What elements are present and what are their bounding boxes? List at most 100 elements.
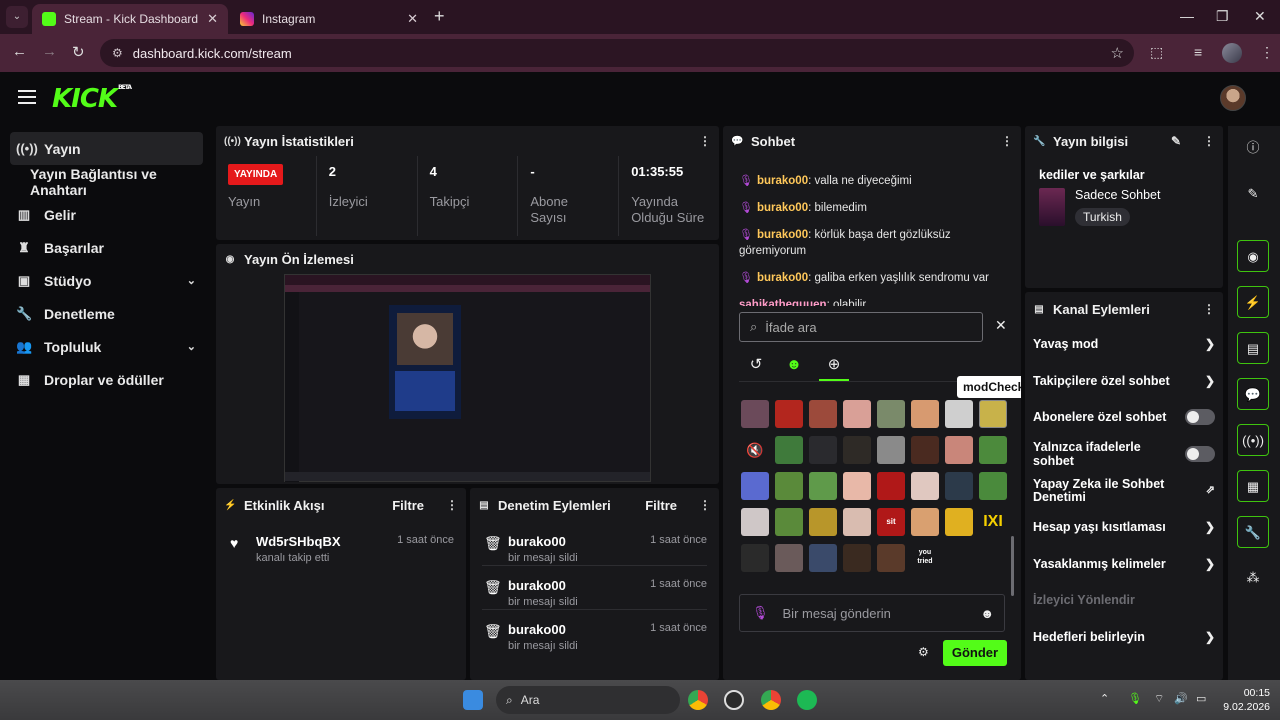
emote[interactable] xyxy=(945,436,973,464)
sidebar-item-moderation[interactable]: 🔧 Denetleme xyxy=(0,297,210,330)
more-options-icon[interactable]: ⋮ xyxy=(1203,302,1215,316)
emote[interactable] xyxy=(741,400,769,428)
chevron-down-icon[interactable]: ⌄ xyxy=(187,274,196,287)
emote[interactable] xyxy=(911,400,939,428)
emote[interactable] xyxy=(979,436,1007,464)
wrench-icon[interactable]: 🔧 xyxy=(1237,516,1269,548)
set-goals-row[interactable]: Hedefleri belirleyin ❯ xyxy=(1025,619,1223,656)
taskbar-clock[interactable]: 00:15 9.02.2026 xyxy=(1223,686,1270,714)
tab-search-dropdown-icon[interactable]: ⌄ xyxy=(6,6,28,28)
send-button[interactable]: Gönder xyxy=(943,640,1007,666)
chat-username[interactable]: burako00 xyxy=(757,229,808,241)
emote[interactable] xyxy=(843,544,871,572)
recent-emotes-icon[interactable]: ↺ xyxy=(741,354,771,381)
emote[interactable] xyxy=(877,400,905,428)
sit-emote[interactable]: sit xyxy=(877,508,905,536)
you-tried-emote[interactable]: you tried xyxy=(911,544,939,572)
bookmark-star-icon[interactable]: ☆ xyxy=(1111,44,1124,62)
more-options-icon[interactable]: ⋮ xyxy=(699,134,711,148)
emote[interactable] xyxy=(945,472,973,500)
reload-icon[interactable]: ↻ xyxy=(72,43,85,61)
emote[interactable] xyxy=(809,508,837,536)
battery-icon[interactable]: ▭ xyxy=(1196,692,1206,705)
emote[interactable] xyxy=(741,544,769,572)
emote[interactable] xyxy=(911,508,939,536)
tab-kick-dashboard[interactable]: Stream - Kick Dashboard ✕ xyxy=(32,4,228,34)
kick-logo[interactable]: KICKBETA xyxy=(52,84,132,114)
maximize-button[interactable]: ❐ xyxy=(1216,8,1229,25)
emote[interactable] xyxy=(843,472,871,500)
chat-username[interactable]: burako00 xyxy=(757,272,808,284)
ai-moderation-row[interactable]: Yapay Zeka ile Sohbet Denetimi ⇗ xyxy=(1025,472,1223,509)
sidebar-item-achievements[interactable]: ♜ Başarılar xyxy=(0,231,210,264)
emote[interactable] xyxy=(809,544,837,572)
microphone-tray-icon[interactable]: 🎙 xyxy=(1128,692,1142,705)
browser-menu-icon[interactable]: ⋮ xyxy=(1260,44,1274,61)
sidebar-item-drops[interactable]: ▦ Droplar ve ödüller xyxy=(0,363,210,396)
minimize-button[interactable]: — xyxy=(1180,8,1194,24)
emote[interactable] xyxy=(979,472,1007,500)
spotify-icon[interactable] xyxy=(797,690,817,710)
emote[interactable] xyxy=(775,472,803,500)
subscribers-only-toggle[interactable] xyxy=(1185,409,1215,426)
sidebar-item-community[interactable]: 👥 Topluluk ⌄ xyxy=(0,330,210,363)
category-name[interactable]: Sadece Sohbet xyxy=(1075,188,1161,202)
close-icon[interactable]: ✕ xyxy=(995,317,1007,334)
filter-button[interactable]: Filtre xyxy=(392,498,424,513)
more-options-icon[interactable]: ⋮ xyxy=(699,498,711,512)
emote[interactable] xyxy=(741,472,769,500)
emote[interactable] xyxy=(809,436,837,464)
browser-profile-avatar[interactable] xyxy=(1222,43,1242,63)
sidebar-item-revenue[interactable]: ▥ Gelir xyxy=(0,198,210,231)
chrome-icon[interactable] xyxy=(688,690,708,710)
new-tab-button[interactable]: + xyxy=(434,6,445,27)
stream-preview-video[interactable] xyxy=(284,274,651,482)
camera-preview-icon[interactable]: ◉ xyxy=(1237,240,1269,272)
more-options-icon[interactable]: ⋮ xyxy=(446,498,458,512)
close-tab-icon[interactable]: ✕ xyxy=(207,11,218,27)
emote[interactable] xyxy=(843,436,871,464)
tab-instagram[interactable]: Instagram ✕ xyxy=(230,4,428,34)
wifi-icon[interactable]: ⌔ xyxy=(1154,692,1164,706)
channel-actions-icon[interactable]: ▦ xyxy=(1237,470,1269,502)
emote[interactable] xyxy=(775,436,803,464)
sidebar-item-studio[interactable]: ▣ Stüdyo ⌄ xyxy=(0,264,210,297)
channel-emotes-icon[interactable]: ☻ xyxy=(779,354,809,381)
emote[interactable] xyxy=(877,472,905,500)
chevron-down-icon[interactable]: ⌄ xyxy=(187,340,196,353)
chat-bubble-icon[interactable]: 💬 xyxy=(1237,378,1269,410)
hamburger-menu-icon[interactable] xyxy=(18,90,36,104)
emote[interactable] xyxy=(809,472,837,500)
lightning-icon[interactable]: ⚡ xyxy=(1237,286,1269,318)
emote[interactable] xyxy=(911,436,939,464)
chat-username[interactable]: burako00 xyxy=(757,175,808,187)
address-bar[interactable]: ⚙ dashboard.kick.com/stream ☆ xyxy=(100,39,1134,67)
emote[interactable] xyxy=(877,544,905,572)
user-avatar[interactable] xyxy=(1220,85,1246,111)
windows-start-icon[interactable] xyxy=(463,690,483,710)
sidebar-item-stream-key[interactable]: Yayın Bağlantısı ve Anahtarı xyxy=(0,165,210,198)
emotes-only-toggle[interactable] xyxy=(1185,446,1215,463)
account-age-row[interactable]: Hesap yaşı kısıtlaması ❯ xyxy=(1025,509,1223,546)
mute-emote[interactable]: 🔇 xyxy=(741,436,769,464)
sidebar-item-stream[interactable]: ((•)) Yayın xyxy=(10,132,203,165)
more-options-icon[interactable]: ⋮ xyxy=(1001,134,1013,148)
emote[interactable] xyxy=(877,436,905,464)
emote[interactable] xyxy=(911,472,939,500)
media-control-icon[interactable]: ≡ xyxy=(1194,44,1202,60)
chrome-profile-icon[interactable] xyxy=(761,690,781,710)
emote[interactable] xyxy=(945,400,973,428)
ixi-emote[interactable]: IXI xyxy=(979,508,1007,536)
broadcast-icon[interactable]: ((•)) xyxy=(1237,424,1269,456)
emote[interactable] xyxy=(775,544,803,572)
info-icon[interactable]: ⓘ xyxy=(1237,132,1269,164)
shapes-icon[interactable]: ⁂ xyxy=(1237,562,1269,594)
emote[interactable] xyxy=(843,400,871,428)
close-window-button[interactable]: ✕ xyxy=(1254,8,1266,25)
edit-pencil-icon[interactable]: ✎ xyxy=(1171,134,1181,148)
site-info-icon[interactable]: ⚙ xyxy=(112,46,123,60)
modcheck-emote[interactable] xyxy=(979,400,1007,428)
forward-arrow-icon[interactable]: → xyxy=(42,43,57,60)
emote[interactable] xyxy=(809,400,837,428)
followers-only-row[interactable]: Takipçilere özel sohbet ❯ xyxy=(1025,363,1223,400)
